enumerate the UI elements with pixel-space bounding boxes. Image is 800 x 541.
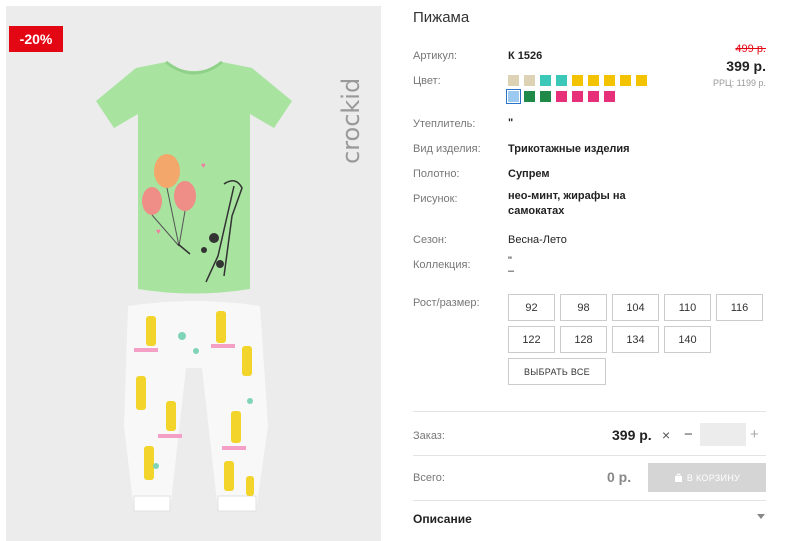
chevron-down-icon[interactable] bbox=[757, 514, 765, 520]
color-swatch[interactable] bbox=[556, 91, 567, 102]
product-type-value: Трикотажные изделия bbox=[508, 143, 630, 155]
article-label: Артикул: bbox=[413, 50, 458, 62]
color-swatch[interactable] bbox=[620, 75, 631, 86]
product-type-label: Вид изделия: bbox=[413, 143, 481, 155]
fabric-label: Полотно: bbox=[413, 168, 460, 180]
size-button-98[interactable]: 98 bbox=[560, 294, 607, 321]
size-button-128[interactable]: 128 bbox=[560, 326, 607, 353]
collection-value: " – bbox=[508, 255, 515, 277]
size-button-116[interactable]: 116 bbox=[716, 294, 763, 321]
order-price: 399 р. bbox=[612, 427, 652, 443]
discount-badge: -20% bbox=[9, 26, 63, 52]
color-swatch[interactable] bbox=[604, 91, 615, 102]
insulation-value: " bbox=[508, 117, 514, 129]
divider bbox=[413, 455, 766, 456]
brand-logo-text: crockid bbox=[337, 78, 365, 164]
old-price: 499 р. bbox=[735, 43, 766, 55]
product-title: Пижама bbox=[413, 9, 470, 26]
color-label: Цвет: bbox=[413, 75, 441, 87]
quantity-minus-button[interactable]: − bbox=[684, 426, 693, 443]
order-label: Заказ: bbox=[413, 430, 445, 442]
product-image: ♥ ♥ bbox=[96, 60, 292, 512]
pattern-value: нео-минт, жирафы на самокатах bbox=[508, 190, 626, 217]
size-label: Рост/размер: bbox=[413, 297, 480, 309]
insulation-label: Утеплитель: bbox=[413, 118, 476, 130]
color-swatch[interactable] bbox=[506, 89, 521, 104]
color-swatch[interactable] bbox=[572, 91, 583, 102]
add-to-cart-button[interactable]: В КОРЗИНУ bbox=[648, 463, 766, 492]
divider bbox=[413, 500, 766, 501]
season-value: Весна-Лето bbox=[508, 234, 567, 246]
divider bbox=[413, 411, 766, 412]
size-button-104[interactable]: 104 bbox=[612, 294, 659, 321]
color-swatch[interactable] bbox=[588, 75, 599, 86]
total-label: Всего: bbox=[413, 472, 445, 484]
size-button-134[interactable]: 134 bbox=[612, 326, 659, 353]
season-label: Сезон: bbox=[413, 234, 447, 246]
size-button-140[interactable]: 140 bbox=[664, 326, 711, 353]
color-swatch[interactable] bbox=[604, 75, 615, 86]
color-swatch[interactable] bbox=[540, 91, 551, 102]
color-swatch[interactable] bbox=[524, 91, 535, 102]
article-value: К 1526 bbox=[508, 50, 543, 62]
fabric-value: Супрем bbox=[508, 168, 550, 180]
color-swatch[interactable] bbox=[540, 75, 551, 86]
color-swatch[interactable] bbox=[524, 75, 535, 86]
quantity-plus-button[interactable]: + bbox=[750, 426, 759, 443]
size-button-122[interactable]: 122 bbox=[508, 326, 555, 353]
color-swatch[interactable] bbox=[636, 75, 647, 86]
product-photo[interactable]: ♥ ♥ -20% crockid bbox=[6, 6, 381, 541]
rrp-price: РРЦ: 1199 р. bbox=[712, 78, 766, 88]
add-to-cart-label: В КОРЗИНУ bbox=[686, 472, 741, 483]
brand-logo: crockid bbox=[331, 36, 371, 166]
quantity-input[interactable] bbox=[700, 423, 746, 446]
total-value: 0 р. bbox=[607, 469, 632, 485]
remove-icon[interactable]: × bbox=[662, 427, 670, 443]
color-swatch[interactable] bbox=[556, 75, 567, 86]
select-all-sizes-button[interactable]: ВЫБРАТЬ ВСЕ bbox=[508, 358, 606, 385]
color-swatch[interactable] bbox=[588, 91, 599, 102]
svg-text:♥: ♥ bbox=[156, 227, 161, 236]
collection-label: Коллекция: bbox=[413, 259, 471, 271]
description-toggle[interactable]: Описание bbox=[413, 512, 472, 526]
bag-icon bbox=[674, 473, 682, 482]
size-button-110[interactable]: 110 bbox=[664, 294, 711, 321]
color-swatches bbox=[506, 75, 668, 107]
svg-text:♥: ♥ bbox=[201, 161, 206, 170]
size-button-92[interactable]: 92 bbox=[508, 294, 555, 321]
pattern-label: Рисунок: bbox=[413, 193, 458, 205]
current-price: 399 р. bbox=[726, 58, 766, 74]
size-selector: 92 98 104 110 116 122 128 134 140 ВЫБРАТЬ ВСЕ bbox=[508, 294, 768, 390]
color-swatch[interactable] bbox=[572, 75, 583, 86]
color-swatch[interactable] bbox=[508, 75, 519, 86]
